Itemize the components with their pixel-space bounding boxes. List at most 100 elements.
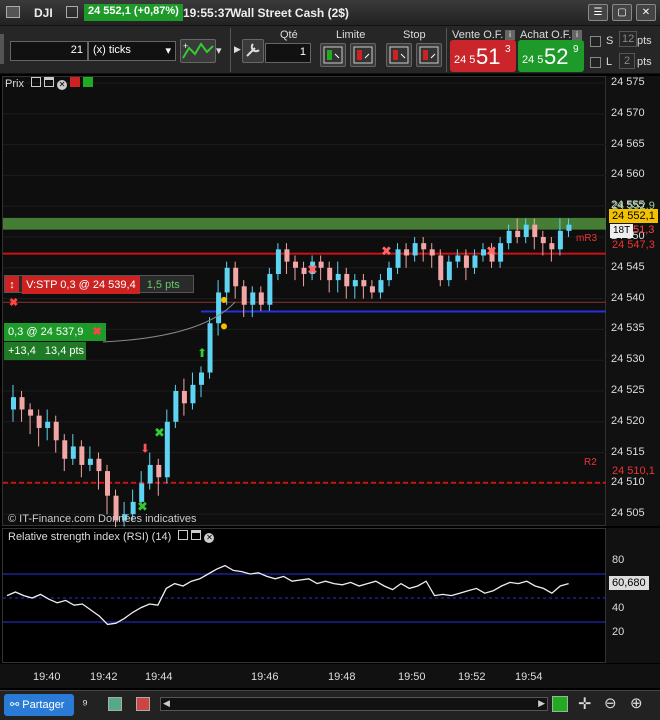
window-icon[interactable] — [191, 530, 202, 540]
limit-sell-icon[interactable] — [350, 43, 376, 67]
rsi-chart[interactable] — [3, 529, 607, 664]
position-tag[interactable]: 0,3 @ 24 537,9 ✖ — [4, 323, 106, 341]
horizontal-scrollbar[interactable]: ◀ ▶ — [160, 697, 548, 711]
candle-body — [395, 249, 401, 268]
position-pl-tag: +13,4 13,4 pts — [4, 342, 86, 360]
sell-signal-icon: ⬇ — [140, 442, 150, 456]
r2-label: R2 — [584, 457, 597, 468]
candle-body — [387, 267, 392, 281]
limit-buy-icon[interactable] — [320, 43, 346, 67]
l-value[interactable]: 2 — [619, 53, 636, 69]
candle-body — [498, 243, 504, 262]
info-icon[interactable]: i — [505, 30, 515, 40]
wrench-icon[interactable] — [178, 530, 189, 540]
share-icon: ⚯ — [10, 699, 20, 711]
rsi-tick-label: 80 — [612, 554, 625, 566]
time-label: 19:55:37 — [183, 6, 232, 20]
info-icon[interactable]: i — [572, 30, 582, 40]
stop-buy-icon[interactable] — [386, 43, 412, 67]
mr3-price-tag: 24 547,3 — [612, 239, 655, 251]
chart-type-icon[interactable] — [552, 696, 568, 712]
expand-icon[interactable] — [66, 6, 78, 18]
stop-order-tag[interactable]: ↕ V:STP 0,3 @ 24 539,4 1,5 pts ✖ — [4, 275, 194, 309]
price-tick-label: 24 520 — [611, 414, 645, 427]
candle-body — [446, 261, 452, 281]
sell-arrow-icon[interactable] — [70, 77, 81, 87]
candle-body — [267, 273, 273, 305]
s-value[interactable]: 12 — [619, 31, 638, 47]
zoom-out-icon[interactable]: ⊖ — [604, 694, 617, 712]
chevron-down-icon: ▾ — [165, 45, 171, 57]
price-chart-panel[interactable]: ⬇ ✖ ✖ ⬆ ✖ ✖ ✖ — [2, 76, 607, 527]
wrench-icon[interactable] — [242, 39, 264, 63]
title-bar: DJI 24 552,1 (+0,87%) 19:55:37 Wall Stre… — [0, 0, 660, 26]
indicator-icon[interactable]: + — [180, 39, 216, 63]
close-icon[interactable]: ✕ — [204, 533, 215, 543]
chevron-down-icon[interactable]: ▾ — [216, 44, 222, 57]
symbol-label: DJI — [34, 6, 53, 20]
scroll-left-icon[interactable]: ◀ — [163, 698, 170, 709]
window-icon[interactable] — [44, 77, 55, 87]
candle-body — [557, 230, 563, 250]
sell-signal-icon: ✖ — [381, 244, 392, 259]
position-text: 0,3 @ 24 537,9 — [8, 326, 84, 338]
instrument-label: Wall Street Cash (2$) — [230, 6, 349, 20]
candle-body — [199, 372, 204, 385]
cursor-icon[interactable]: ✛ — [578, 694, 591, 714]
candle-body — [361, 280, 367, 287]
buy-button[interactable]: 24 5 52 9 — [518, 40, 584, 72]
candle-body — [190, 384, 196, 404]
candle-body — [378, 280, 384, 293]
rsi-title: Relative strength index (RSI) (14) — [8, 531, 172, 543]
grip-icon — [0, 34, 4, 64]
chevron-right-icon[interactable]: ▶ — [234, 44, 241, 55]
entry-dot — [221, 323, 227, 330]
scroll-right-icon[interactable]: ▶ — [538, 698, 545, 709]
rsi-panel[interactable] — [2, 528, 607, 664]
zoom-in-icon[interactable]: ⊕ — [630, 694, 643, 712]
candle-body — [11, 397, 16, 410]
rsi-axis[interactable] — [606, 528, 660, 663]
rsi-header: Relative strength index (RSI) (14) ✕ — [8, 530, 215, 543]
wrench-icon[interactable] — [31, 77, 42, 87]
candle-body — [515, 230, 521, 237]
candle-body — [472, 255, 478, 268]
s-checkbox[interactable] — [590, 36, 601, 47]
maximize-icon[interactable]: ▢ — [612, 4, 632, 21]
qty-input[interactable]: 1 — [265, 43, 311, 63]
candle-body — [79, 446, 85, 465]
time-tick-label: 19:52 — [458, 671, 486, 683]
updown-arrow-icon[interactable]: ↕ — [5, 276, 19, 292]
l-checkbox[interactable] — [590, 57, 601, 68]
chart-icon[interactable] — [6, 6, 20, 18]
menu-icon[interactable]: ☰ — [588, 4, 608, 21]
table-icon[interactable] — [108, 697, 122, 711]
ticks-unit-select[interactable]: (x) ticks ▾ — [88, 41, 176, 61]
share-label: Partager — [22, 699, 65, 711]
close-icon[interactable]: ✕ — [636, 4, 656, 21]
candle-body — [53, 421, 59, 441]
qty-label: Qté — [280, 29, 298, 41]
sell-prefix: 24 5 — [454, 54, 476, 66]
price-chart[interactable]: ⬇ ✖ ✖ ⬆ ✖ ✖ ✖ — [3, 77, 607, 527]
buy-prefix: 24 5 — [522, 54, 544, 66]
close-icon[interactable]: ✕ — [57, 80, 68, 90]
position-link-line — [102, 301, 236, 343]
stop-sell-icon[interactable] — [416, 43, 442, 67]
close-icon[interactable]: ✖ — [5, 297, 18, 309]
close-icon[interactable]: ✖ — [86, 326, 101, 338]
s-label: S — [606, 35, 614, 47]
share-button[interactable]: ⚯ Partager — [4, 694, 74, 716]
entry-dot — [221, 296, 227, 303]
stop-label: Stop — [403, 29, 426, 41]
bars-icon[interactable] — [136, 697, 150, 711]
buy-arrow-icon[interactable] — [83, 77, 94, 87]
sell-sup: 3 — [505, 44, 511, 55]
candle-body — [19, 397, 25, 410]
r2-price-tag: 24 510,1 — [612, 465, 655, 477]
zoom-fit-icon[interactable]: ⁹ — [82, 696, 88, 712]
sell-button[interactable]: 24 5 51 3 — [450, 40, 516, 72]
price-tick-label: 24 510 — [611, 476, 645, 489]
ticks-input[interactable]: 21 — [10, 41, 88, 61]
sell-signal-icon: ✖ — [486, 244, 497, 259]
